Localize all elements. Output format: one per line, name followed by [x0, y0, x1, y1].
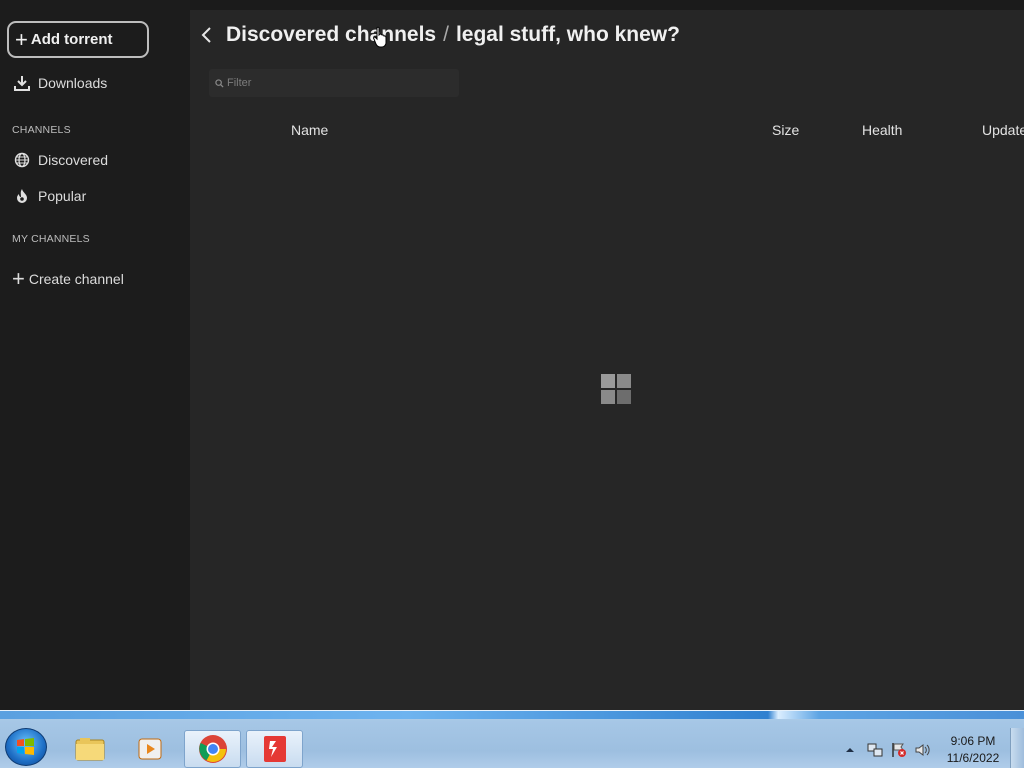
flame-icon — [13, 187, 31, 205]
tray-volume-icon[interactable] — [914, 738, 932, 762]
my-channels-heading: MY CHANNELS — [12, 233, 90, 245]
windows-logo-icon — [17, 738, 34, 755]
sidebar-item-discovered[interactable]: Discovered — [0, 146, 190, 174]
breadcrumb-separator: / — [443, 23, 449, 46]
filter-input[interactable] — [227, 77, 447, 89]
plus-icon: + — [15, 26, 28, 52]
channels-heading: CHANNELS — [12, 124, 71, 136]
sidebar: + Add torrent Downloads CHANNELS Discove… — [0, 0, 190, 710]
taskbar-tribler[interactable] — [246, 730, 303, 768]
column-header-name[interactable]: Name — [291, 122, 328, 138]
add-torrent-label: Add torrent — [30, 31, 113, 48]
tray-network-icon[interactable] — [866, 738, 884, 762]
create-channel-label: Create channel — [28, 271, 124, 287]
column-header-health[interactable]: Health — [862, 122, 902, 138]
sidebar-item-downloads[interactable]: Downloads — [0, 69, 190, 97]
plus-icon: + — [12, 266, 25, 291]
taskbar-explorer[interactable] — [61, 730, 118, 768]
tray-action-center-icon[interactable] — [890, 738, 908, 762]
tribler-icon — [263, 736, 286, 762]
breadcrumb-parent[interactable]: Discovered channels — [226, 23, 436, 46]
tray-show-hidden-icon[interactable] — [845, 738, 855, 762]
download-icon — [13, 74, 31, 92]
page-title: legal stuff, who knew? — [455, 23, 680, 46]
column-header-updated[interactable]: Updated — [982, 122, 1024, 138]
search-icon — [215, 78, 224, 88]
chrome-icon — [198, 735, 227, 763]
clock-time: 9:06 PM — [950, 734, 996, 748]
taskbar-top-band — [0, 711, 1024, 719]
breadcrumb: Discovered channels / legal stuff, who kne… — [226, 23, 680, 47]
globe-icon — [13, 151, 31, 169]
start-button[interactable] — [5, 728, 47, 766]
filter-field[interactable] — [209, 69, 459, 97]
sidebar-item-popular[interactable]: Popular — [0, 182, 190, 210]
taskbar-media-player[interactable] — [121, 730, 178, 768]
add-torrent-button[interactable]: + Add torrent — [7, 21, 149, 58]
loading-spinner-icon — [601, 374, 631, 404]
media-player-icon — [138, 738, 161, 760]
taskbar-chrome[interactable] — [184, 730, 241, 768]
show-desktop-button[interactable] — [1010, 728, 1024, 768]
create-channel-button[interactable]: + Create channel — [0, 265, 190, 293]
taskbar-clock[interactable]: 9:06 PM 11/6/2022 — [940, 733, 1006, 767]
sidebar-item-label: Downloads — [38, 75, 108, 91]
folder-icon — [75, 738, 104, 761]
back-button[interactable] — [200, 24, 218, 46]
sidebar-item-label: Discovered — [38, 152, 109, 168]
column-header-size[interactable]: Size — [772, 122, 799, 138]
chevron-left-icon — [201, 27, 211, 43]
main-panel: Discovered channels / legal stuff, who kne… — [190, 10, 1024, 710]
taskbar: 9:06 PM 11/6/2022 — [0, 710, 1024, 768]
sidebar-item-label: Popular — [38, 188, 87, 204]
clock-date: 11/6/2022 — [946, 751, 1000, 765]
